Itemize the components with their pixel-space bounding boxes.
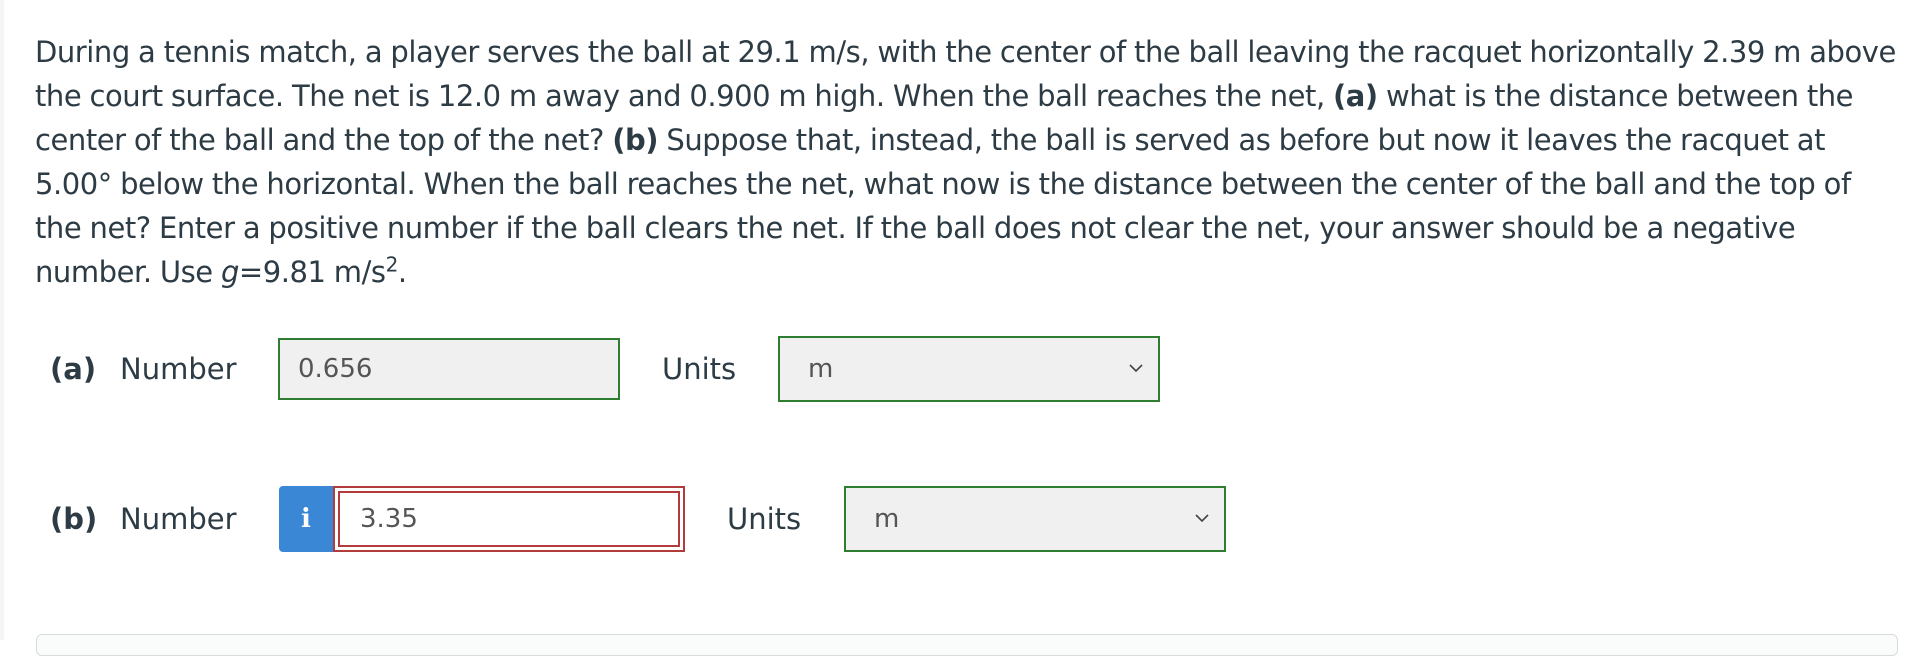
part-a-label: (a) xyxy=(50,352,97,386)
chevron-down-icon xyxy=(1129,364,1143,373)
g-exponent: 2 xyxy=(385,252,399,277)
part-a-marker: (a) xyxy=(1333,79,1378,113)
part-b-number-label: Number xyxy=(120,502,237,536)
part-a-units-select[interactable]: m xyxy=(778,336,1160,402)
bottom-panel xyxy=(36,634,1898,656)
question-end: . xyxy=(397,255,407,289)
part-b-label: (b) xyxy=(50,502,98,536)
part-b-marker: (b) xyxy=(612,123,659,157)
part-a-number-input[interactable]: 0.656 xyxy=(278,338,620,400)
part-a-row: (a) Number 0.656 Units m xyxy=(0,336,1924,402)
part-b-number-input[interactable]: 3.35 xyxy=(333,486,685,552)
info-icon[interactable]: i xyxy=(279,486,333,552)
chevron-down-icon xyxy=(1195,514,1209,523)
part-a-units-value: m xyxy=(808,354,834,384)
part-b-units-select[interactable]: m xyxy=(844,486,1226,552)
part-a-number-label: Number xyxy=(120,352,237,386)
part-b-units-value: m xyxy=(874,504,900,534)
part-b-row: (b) Number i 3.35 Units m xyxy=(0,486,1924,552)
question-text: During a tennis match, a player serves t… xyxy=(35,30,1905,294)
g-value: =9.81 m/s xyxy=(238,255,386,289)
g-symbol: g xyxy=(220,255,239,289)
part-b-units-label: Units xyxy=(727,502,802,536)
part-a-units-label: Units xyxy=(662,352,737,386)
part-b-number-value: 3.35 xyxy=(338,491,680,547)
